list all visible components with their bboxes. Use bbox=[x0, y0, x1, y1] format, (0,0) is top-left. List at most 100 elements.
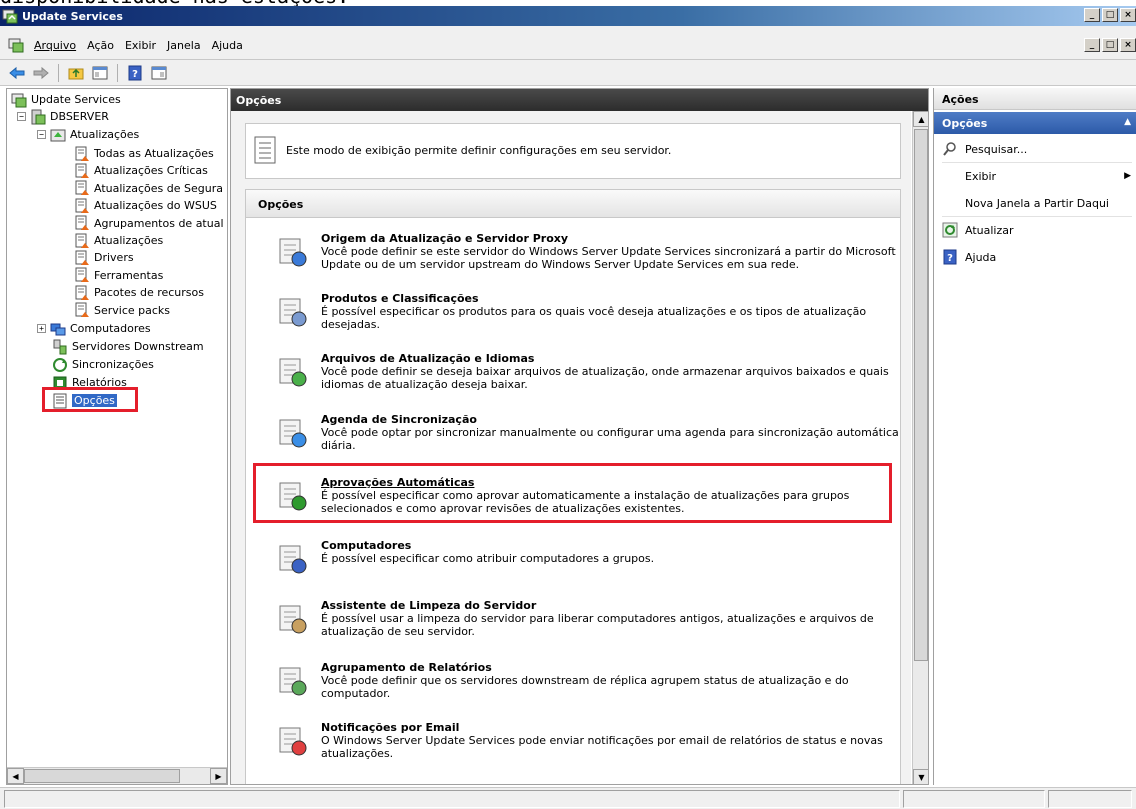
tree-node-update-view[interactable]: Drivers bbox=[74, 249, 134, 266]
update-view-icon bbox=[75, 215, 89, 231]
search-icon bbox=[943, 142, 956, 156]
actions-pane: Ações Opções ▲ Pesquisar... Exibir ▶ Nov… bbox=[933, 88, 1136, 785]
tree-node-root[interactable]: Update Services bbox=[11, 91, 121, 108]
actions-header: Ações bbox=[934, 88, 1136, 110]
toolbar-separator bbox=[117, 63, 118, 82]
result-pane: Opções Este modo de exibição permite def… bbox=[230, 88, 929, 785]
actions-section-label: Opções bbox=[942, 117, 988, 130]
option-description: É possível especificar como atribuir com… bbox=[321, 552, 655, 565]
menu-janela[interactable]: Janela bbox=[167, 39, 201, 52]
menu-arquivo[interactable]: Arquivo bbox=[34, 39, 76, 52]
cleanup-wizard-icon bbox=[279, 605, 307, 634]
option-title[interactable]: Produtos e Classificações bbox=[321, 292, 479, 305]
tree-node-update-view[interactable]: Service packs bbox=[74, 302, 170, 319]
show-hide-tree-button[interactable] bbox=[91, 64, 109, 82]
refresh-icon bbox=[942, 222, 958, 238]
maximize-button[interactable]: □ bbox=[1102, 8, 1118, 22]
mdi-maximize-button[interactable]: □ bbox=[1102, 38, 1118, 52]
computers-icon bbox=[279, 545, 307, 574]
tree-node-reports[interactable]: Relatórios bbox=[52, 374, 127, 391]
tree-node-update-view[interactable]: Ferramentas bbox=[74, 267, 163, 284]
menu-exibir[interactable]: Exibir bbox=[125, 39, 156, 52]
result-scroll-thumb[interactable] bbox=[914, 129, 928, 661]
svg-text:?: ? bbox=[947, 253, 953, 264]
minimize-button[interactable]: _ bbox=[1084, 8, 1100, 22]
scroll-down-button[interactable]: ▼ bbox=[913, 769, 928, 784]
tree-node-update-view[interactable]: Atualizações bbox=[74, 232, 163, 249]
option-title[interactable]: Assistente de Limpeza do Servidor bbox=[321, 599, 536, 612]
option-description: O Windows Server Update Services pode en… bbox=[321, 734, 883, 760]
option-title[interactable]: Computadores bbox=[321, 539, 411, 552]
collapse-icon[interactable]: − bbox=[37, 130, 46, 139]
option-title[interactable]: Agenda de Sincronização bbox=[321, 413, 477, 426]
tree-node-computers[interactable]: + Computadores bbox=[37, 320, 151, 337]
action-new-window-label: Nova Janela a Partir Daqui bbox=[965, 196, 1109, 210]
info-box: Este modo de exibição permite definir co… bbox=[245, 123, 901, 179]
menu-acao[interactable]: Ação bbox=[87, 39, 114, 52]
action-new-window[interactable]: Nova Janela a Partir Daqui bbox=[934, 192, 1136, 214]
action-view[interactable]: Exibir ▶ bbox=[934, 165, 1136, 187]
tree-label-reports: Relatórios bbox=[72, 376, 127, 389]
tree-node-update-view[interactable]: Todas as Atualizações bbox=[74, 145, 214, 162]
scroll-right-button[interactable]: ▶ bbox=[210, 768, 227, 784]
actions-divider bbox=[942, 162, 1132, 163]
menu-ajuda[interactable]: Ajuda bbox=[212, 39, 243, 52]
tree-node-server[interactable]: − DBSERVER bbox=[17, 108, 109, 125]
update-view-icon bbox=[75, 163, 89, 178]
up-folder-button[interactable] bbox=[67, 64, 85, 82]
console-tree-icon bbox=[92, 66, 108, 79]
action-view-label: Exibir bbox=[965, 169, 997, 183]
reports-icon bbox=[53, 376, 67, 389]
option-title[interactable]: Arquivos de Atualização e Idiomas bbox=[321, 352, 534, 365]
tree-node-update-view[interactable]: Atualizações Críticas bbox=[74, 162, 208, 179]
tree-node-update-view[interactable]: Atualizações de Segura bbox=[74, 180, 223, 197]
status-bar bbox=[0, 787, 1136, 809]
tree-node-updates[interactable]: − Atualizações bbox=[37, 126, 139, 143]
collapse-section-icon[interactable]: ▲ bbox=[1124, 117, 1131, 127]
toolbar-separator bbox=[58, 63, 59, 82]
option-title[interactable]: Notificações por Email bbox=[321, 721, 459, 734]
tree-label-update-view: Ferramentas bbox=[94, 268, 164, 282]
tree-horizontal-scrollbar[interactable]: ◀ ▶ bbox=[7, 767, 227, 784]
tree-label-update-view: Atualizações do WSUS bbox=[94, 199, 217, 213]
sync-schedule-icon bbox=[279, 419, 307, 448]
help-button[interactable]: ? bbox=[126, 64, 144, 82]
tree-scroll-thumb[interactable] bbox=[24, 769, 180, 783]
expand-icon[interactable]: + bbox=[37, 324, 46, 333]
action-search[interactable]: Pesquisar... bbox=[934, 138, 1136, 160]
tree-node-syncs[interactable]: Sincronizações bbox=[52, 356, 154, 373]
tree-label-computers: Computadores bbox=[70, 322, 151, 335]
collapse-icon[interactable]: − bbox=[17, 112, 26, 121]
back-button[interactable] bbox=[8, 64, 26, 82]
action-refresh[interactable]: Atualizar bbox=[934, 219, 1136, 241]
tree-node-update-view[interactable]: Atualizações do WSUS bbox=[74, 197, 217, 214]
tree-node-downstream[interactable]: Servidores Downstream bbox=[52, 338, 204, 355]
option-title[interactable]: Origem da Atualização e Servidor Proxy bbox=[321, 232, 568, 245]
update-view-icon bbox=[75, 250, 89, 265]
tree-label-update-view: Atualizações de Segura bbox=[94, 181, 223, 195]
tree-label-update-view: Atualizações bbox=[94, 234, 164, 247]
option-description: Você pode definir que os servidores down… bbox=[321, 674, 849, 700]
scroll-left-button[interactable]: ◀ bbox=[7, 768, 24, 784]
tree-node-options[interactable]: Opções bbox=[52, 392, 117, 409]
option-description: É possível usar a limpeza do servidor pa… bbox=[321, 612, 874, 638]
tree-node-update-view[interactable]: Agrupamentos de atual bbox=[74, 215, 224, 232]
scroll-up-button[interactable]: ▲ bbox=[913, 111, 928, 127]
result-pane-header: Opções bbox=[231, 89, 928, 111]
mdi-minimize-button[interactable]: _ bbox=[1084, 38, 1100, 52]
option-title[interactable]: Agrupamento de Relatórios bbox=[321, 661, 492, 674]
option-title[interactable]: Aprovações Automáticas bbox=[321, 476, 474, 489]
forward-button[interactable] bbox=[32, 64, 50, 82]
options-list: Opções Origem da Atualização e Servidor … bbox=[245, 189, 901, 784]
tree-node-update-view[interactable]: Pacotes de recursos bbox=[74, 284, 204, 301]
mdi-close-button[interactable]: × bbox=[1120, 38, 1136, 52]
close-button[interactable]: × bbox=[1120, 8, 1136, 22]
result-pane-body: Este modo de exibição permite definir co… bbox=[231, 111, 911, 784]
action-help[interactable]: ? Ajuda bbox=[934, 246, 1136, 268]
result-vertical-scrollbar[interactable]: ▲ ▼ bbox=[912, 111, 928, 784]
update-view-icon bbox=[75, 198, 89, 213]
action-pane-button[interactable] bbox=[150, 64, 168, 82]
actions-section-options[interactable]: Opções ▲ bbox=[934, 112, 1136, 134]
tree-label-update-view: Pacotes de recursos bbox=[94, 286, 204, 300]
action-help-label: Ajuda bbox=[965, 250, 997, 264]
